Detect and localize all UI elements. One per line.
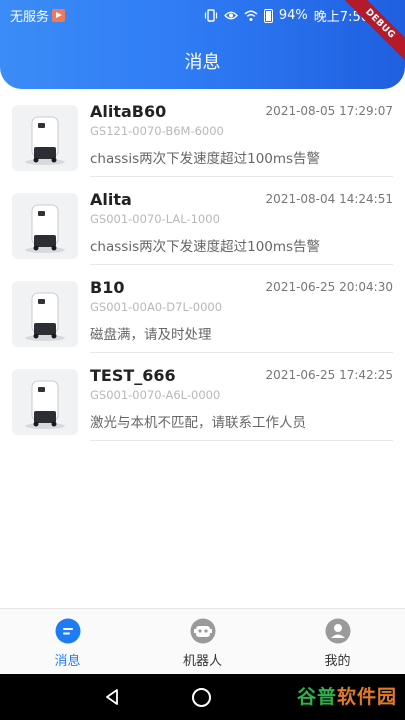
message-item[interactable]: B10 2021-06-25 20:04:30 GS001-00A0-D7L-0… bbox=[0, 265, 405, 353]
message-time: 2021-08-05 17:29:07 bbox=[265, 104, 393, 118]
robot-name: TEST_666 bbox=[90, 366, 176, 385]
app-header: 无服务 94% 晚上7:56 DEBUG 消息 bbox=[0, 0, 405, 89]
carrier-label: 无服务 bbox=[10, 10, 50, 25]
system-nav-bar: 谷普软件园 bbox=[0, 674, 405, 720]
message-time: 2021-08-04 14:24:51 bbox=[265, 192, 393, 206]
robot-serial: GS001-00A0-D7L-0000 bbox=[90, 300, 223, 314]
media-badge-icon bbox=[52, 9, 66, 22]
tab-profile[interactable]: 我的 bbox=[270, 609, 405, 675]
battery-icon bbox=[263, 8, 273, 23]
robot-thumbnail bbox=[12, 369, 78, 435]
robot-thumbnail bbox=[12, 193, 78, 259]
robot-image-icon bbox=[25, 292, 65, 341]
screen: 无服务 94% 晚上7:56 DEBUG 消息 AlitaB60 2021-08… bbox=[0, 0, 405, 720]
eye-icon bbox=[224, 11, 238, 20]
carrier-group: 无服务 bbox=[10, 6, 66, 25]
vibrate-icon bbox=[204, 9, 217, 22]
tab-label: 消息 bbox=[54, 654, 81, 669]
tab-label: 机器人 bbox=[182, 654, 222, 669]
robot-name: AlitaB60 bbox=[90, 102, 167, 121]
message-icon bbox=[55, 618, 81, 644]
message-time: 2021-06-25 20:04:30 bbox=[265, 280, 393, 294]
battery-percent: 94% bbox=[278, 8, 308, 23]
robot-icon bbox=[190, 618, 216, 644]
tab-robots[interactable]: 机器人 bbox=[135, 609, 270, 675]
robot-name: B10 bbox=[90, 278, 125, 297]
message-text: chassis两次下发速度超过100ms告警 bbox=[90, 151, 321, 167]
message-item[interactable]: Alita 2021-08-04 14:24:51 GS001-0070-LAL… bbox=[0, 177, 405, 265]
message-time: 2021-06-25 17:42:25 bbox=[265, 368, 393, 382]
status-bar: 无服务 94% 晚上7:56 DEBUG bbox=[0, 0, 405, 69]
message-item[interactable]: AlitaB60 2021-08-05 17:29:07 GS121-0070-… bbox=[0, 89, 405, 177]
robot-image-icon bbox=[25, 380, 65, 429]
message-text: chassis两次下发速度超过100ms告警 bbox=[90, 239, 321, 255]
message-list: AlitaB60 2021-08-05 17:29:07 GS121-0070-… bbox=[0, 89, 405, 441]
watermark: 谷普软件园 bbox=[297, 682, 397, 709]
robot-image-icon bbox=[25, 116, 65, 165]
profile-icon bbox=[325, 618, 351, 644]
back-icon[interactable] bbox=[104, 688, 120, 706]
robot-serial: GS121-0070-B6M-6000 bbox=[90, 124, 224, 138]
robot-thumbnail bbox=[12, 281, 78, 347]
bottom-tab-bar: 消息 机器人 我的 bbox=[0, 608, 405, 674]
wifi-icon bbox=[244, 10, 258, 21]
robot-serial: GS001-0070-A6L-0000 bbox=[90, 388, 221, 402]
robot-thumbnail bbox=[12, 105, 78, 171]
page-title: 消息 bbox=[184, 52, 221, 73]
status-right: 94% 晚上7:56 bbox=[204, 6, 369, 25]
divider bbox=[90, 440, 393, 441]
message-text: 磁盘满，请及时处理 bbox=[90, 327, 212, 343]
watermark-part-b: 软件园 bbox=[336, 686, 397, 708]
robot-serial: GS001-0070-LAL-1000 bbox=[90, 212, 220, 226]
message-item[interactable]: TEST_666 2021-06-25 17:42:25 GS001-0070-… bbox=[0, 353, 405, 441]
message-text: 激光与本机不匹配，请联系工作人员 bbox=[90, 415, 306, 431]
robot-image-icon bbox=[25, 204, 65, 253]
home-icon[interactable] bbox=[192, 688, 211, 707]
tab-label: 我的 bbox=[324, 654, 351, 669]
watermark-part-a: 谷普 bbox=[296, 686, 337, 708]
tab-messages[interactable]: 消息 bbox=[0, 609, 135, 675]
robot-name: Alita bbox=[90, 190, 132, 209]
